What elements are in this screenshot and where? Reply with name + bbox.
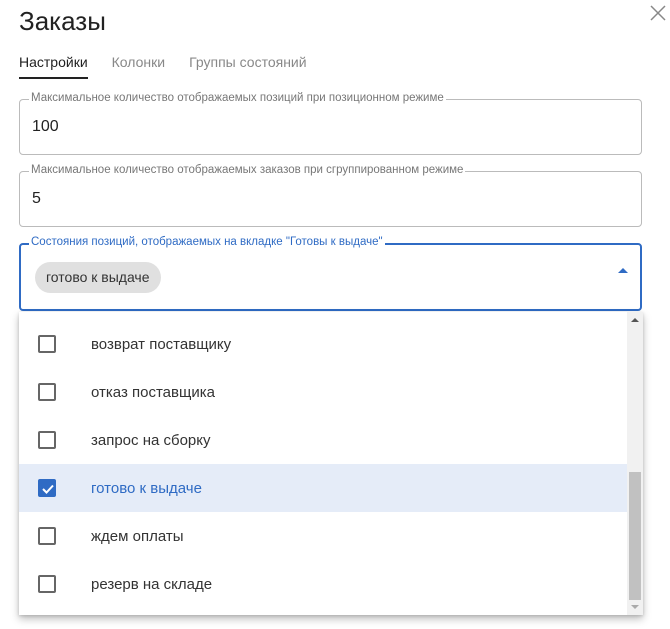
selected-chip[interactable]: готово к выдаче [35,262,161,293]
option-item[interactable]: отказ поставщика [19,368,627,416]
field-label: Максимальное количество отображаемых зак… [29,164,466,176]
dialog-title: Заказы [19,6,106,36]
option-item[interactable]: резерв на складе [19,560,627,608]
option-item[interactable]: ждем оплаты [19,512,627,560]
options-dropdown: возврат поставщику отказ поставщика запр… [19,312,643,615]
option-item[interactable]: возврат поставщику [19,320,627,368]
checkbox[interactable] [38,575,56,593]
field-label: Максимальное количество отображаемых поз… [29,92,446,104]
field-label: Состояния позиций, отображаемых на вклад… [29,236,385,248]
tab-state-groups[interactable]: Группы состояний [189,54,306,79]
max-positions-input[interactable]: 100 [32,118,59,136]
checkbox[interactable] [38,335,56,353]
scroll-up-icon[interactable] [631,318,639,322]
max-orders-input[interactable]: 5 [32,190,41,208]
scrollbar-thumb[interactable] [629,472,641,600]
ready-states-select[interactable]: Состояния позиций, отображаемых на вклад… [19,236,642,311]
option-item[interactable]: готово к выдаче [19,464,627,512]
max-orders-field[interactable]: Максимальное количество отображаемых зак… [19,164,642,227]
checkbox[interactable] [38,383,56,401]
scroll-down-icon[interactable] [631,605,639,609]
tabs: Настройки Колонки Группы состояний [19,54,307,79]
checkbox[interactable] [38,527,56,545]
checkbox-checked[interactable] [38,479,56,497]
checkmark-icon [42,484,54,494]
scrollbar[interactable] [627,312,643,615]
checkbox[interactable] [38,431,56,449]
tab-columns[interactable]: Колонки [112,54,165,79]
close-icon[interactable] [648,3,668,23]
dropdown-arrow-up-icon[interactable] [618,268,628,273]
option-item[interactable]: запрос на сборку [19,416,627,464]
max-positions-field[interactable]: Максимальное количество отображаемых поз… [19,92,642,155]
tab-settings[interactable]: Настройки [19,54,88,79]
